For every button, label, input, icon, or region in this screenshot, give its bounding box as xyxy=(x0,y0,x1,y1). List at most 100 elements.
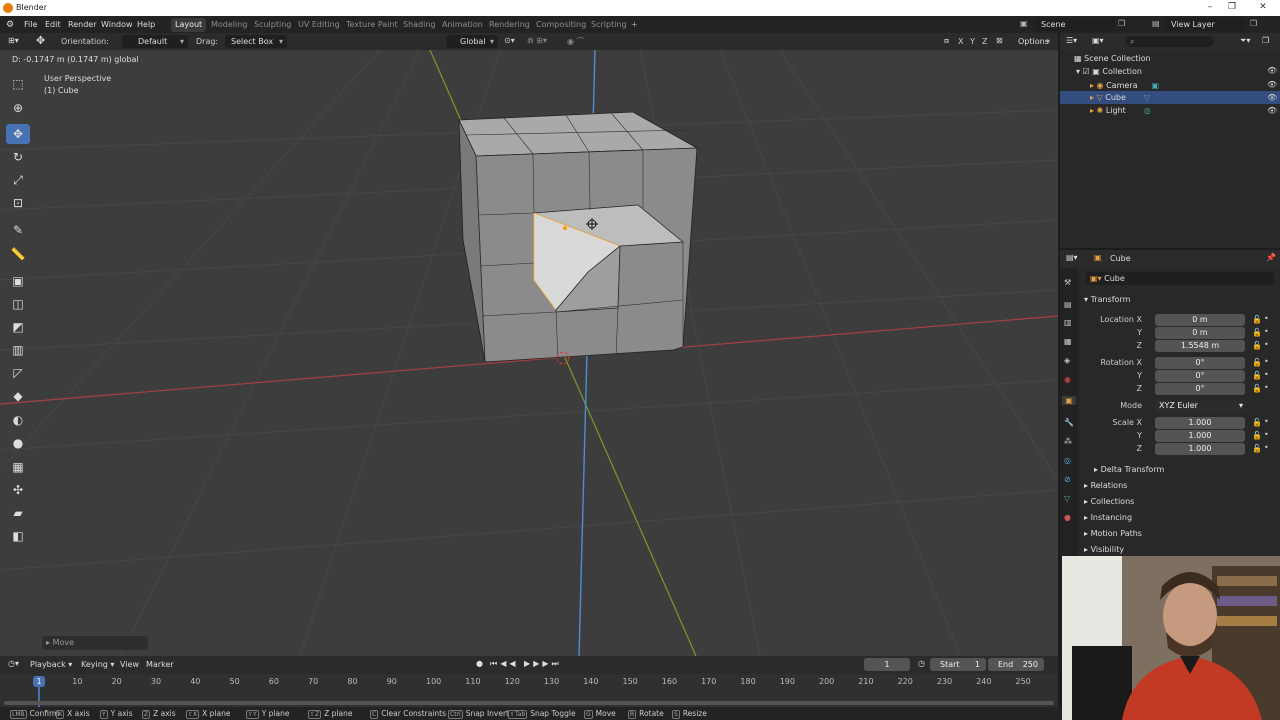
mirror-icon[interactable]: ⧈ xyxy=(944,36,949,46)
menu-edit[interactable]: Edit xyxy=(45,20,61,29)
tab-uv-editing[interactable]: UV Editing xyxy=(298,20,340,29)
transform-panel-header[interactable]: ▾ Transform xyxy=(1084,295,1130,309)
cube-visibility-eye-icon[interactable]: 👁 xyxy=(1267,93,1277,102)
lock-icon[interactable]: 🔓 xyxy=(1252,315,1262,324)
menu-help[interactable]: Help xyxy=(137,20,155,29)
new-collection-icon[interactable]: ❐ xyxy=(1262,36,1269,45)
smooth-icon[interactable]: ● xyxy=(6,433,30,453)
end-frame-field[interactable]: End 250 xyxy=(988,658,1044,671)
keyframe-dot-icon[interactable]: • xyxy=(1264,430,1269,439)
editor-type-icon[interactable]: ☰▾ xyxy=(1066,36,1077,45)
tab-scripting[interactable]: Scripting xyxy=(591,20,627,29)
tab-rendering[interactable]: Rendering xyxy=(489,20,530,29)
object-name-field[interactable]: ▣▾ Cube xyxy=(1086,272,1274,285)
outliner-item-cube[interactable]: ▸ ▽ Cube ▽ xyxy=(1090,91,1150,104)
proportional-edit-icon[interactable]: ◉ ⌒ xyxy=(567,36,585,47)
collection-visibility-eye-icon[interactable]: 👁 xyxy=(1267,66,1277,75)
blender-menu-icon[interactable]: ⚙ xyxy=(6,20,14,30)
knife-icon[interactable]: ◸ xyxy=(6,363,30,383)
minimize-button[interactable]: – xyxy=(1203,2,1217,12)
scale-x-field[interactable]: 1.000 xyxy=(1155,417,1245,429)
shrink-fatten-icon[interactable]: ✣ xyxy=(6,480,30,500)
loop-cut-icon[interactable]: ▥ xyxy=(6,340,30,360)
scale-z-field[interactable]: 1.000 xyxy=(1155,443,1245,455)
keying-menu[interactable]: Keying ▾ xyxy=(81,660,114,669)
keyframe-dot-icon[interactable]: • xyxy=(1264,417,1269,426)
record-button-icon[interactable]: ● xyxy=(476,659,483,668)
transform-icon[interactable]: ⊡ xyxy=(6,193,30,213)
keyframe-dot-icon[interactable]: • xyxy=(1264,383,1269,392)
marker-menu[interactable]: Marker xyxy=(146,660,174,669)
playback-menu[interactable]: Playback ▾ xyxy=(30,660,72,669)
editor-type-icon[interactable]: ⊞▾ xyxy=(8,36,19,45)
location-y-field[interactable]: 0 m xyxy=(1155,327,1245,339)
scene-selector[interactable]: Scene xyxy=(1035,18,1115,31)
tool-tab-icon[interactable]: ⚒ xyxy=(1064,278,1071,287)
snap-icon[interactable]: ⋒ ⊞▾ xyxy=(527,36,547,45)
preview-range-icon[interactable]: ◷ xyxy=(918,659,925,668)
keyframe-dot-icon[interactable]: • xyxy=(1264,443,1269,452)
drag-dropdown[interactable]: Select Box ▾ xyxy=(225,35,287,48)
3d-viewport[interactable]: D: -0.1747 m (0.1747 m) global User Pers… xyxy=(0,50,1058,656)
bevel-icon[interactable]: ◩ xyxy=(6,317,30,337)
tab-layout[interactable]: Layout xyxy=(171,18,207,32)
keyframe-dot-icon[interactable]: • xyxy=(1264,327,1269,336)
inset-icon[interactable]: ◫ xyxy=(6,294,30,314)
lock-icon[interactable]: 🔓 xyxy=(1252,444,1262,453)
pivot-icon[interactable]: ⊙▾ xyxy=(504,36,515,45)
data-tab-icon[interactable]: ▽ xyxy=(1064,494,1070,503)
tab-shading[interactable]: Shading xyxy=(403,20,436,29)
last-operator-panel[interactable]: ▸ Move xyxy=(42,636,148,650)
outliner-item-light[interactable]: ▸ ✺ Light ◎ xyxy=(1090,104,1151,117)
rotate-icon[interactable]: ↻ xyxy=(6,147,30,167)
constraints-tab-icon[interactable]: ⊘ xyxy=(1064,475,1071,484)
lock-icon[interactable]: 🔓 xyxy=(1252,328,1262,337)
lock-icon[interactable]: 🔓 xyxy=(1252,358,1262,367)
relations-panel[interactable]: ▸ Relations xyxy=(1084,481,1127,495)
editor-type-icon[interactable]: ▤▾ xyxy=(1066,253,1078,262)
scale-icon[interactable]: ⤢ xyxy=(6,170,30,190)
location-x-field[interactable]: 0 m xyxy=(1155,314,1245,326)
measure-icon[interactable]: 📏 xyxy=(6,244,30,264)
instancing-panel[interactable]: ▸ Instancing xyxy=(1084,513,1132,527)
tab-animation[interactable]: Animation xyxy=(442,20,483,29)
lock-icon[interactable]: 🔓 xyxy=(1252,418,1262,427)
rotation-x-field[interactable]: 0° xyxy=(1155,357,1245,369)
lock-icon[interactable]: 🔓 xyxy=(1252,371,1262,380)
select-box-icon[interactable]: ⬚ xyxy=(6,74,30,94)
delta-transform-subpanel[interactable]: ▸ Delta Transform xyxy=(1094,465,1164,479)
keyframe-dot-icon[interactable]: • xyxy=(1264,314,1269,323)
material-tab-icon[interactable]: ● xyxy=(1064,513,1071,522)
restore-button[interactable]: ❐ xyxy=(1225,2,1239,12)
rotation-y-field[interactable]: 0° xyxy=(1155,370,1245,382)
rotation-z-field[interactable]: 0° xyxy=(1155,383,1245,395)
keyframe-dot-icon[interactable]: • xyxy=(1264,370,1269,379)
physics-tab-icon[interactable]: ◎ xyxy=(1064,456,1071,465)
new-view-layer-icon[interactable]: ❐ xyxy=(1250,19,1257,28)
scale-y-field[interactable]: 1.000 xyxy=(1155,430,1245,442)
orientation-dropdown[interactable]: Default ▾ xyxy=(122,35,188,48)
outliner-collection[interactable]: ▾ ☑ ▣ Collection xyxy=(1076,65,1142,78)
location-z-field[interactable]: 1.5548 m xyxy=(1155,340,1245,352)
motion-paths-panel[interactable]: ▸ Motion Paths xyxy=(1084,529,1142,543)
options-dropdown[interactable]: Options ▾ xyxy=(1012,35,1054,48)
lock-icon[interactable]: 🔓 xyxy=(1252,384,1262,393)
lock-icon[interactable]: 🔓 xyxy=(1252,431,1262,440)
new-scene-icon[interactable]: ❐ xyxy=(1118,19,1125,28)
light-visibility-eye-icon[interactable]: 👁 xyxy=(1267,106,1277,115)
tab-compositing[interactable]: Compositing xyxy=(536,20,586,29)
poly-build-icon[interactable]: ◆ xyxy=(6,386,30,406)
view-menu[interactable]: View xyxy=(120,660,139,669)
mirror-x-toggle[interactable]: X xyxy=(958,37,963,46)
viewport-canvas[interactable] xyxy=(0,50,1058,656)
render-tab-icon[interactable]: ▤ xyxy=(1064,300,1072,309)
current-frame-field[interactable]: 1 xyxy=(864,658,910,671)
outliner-scene-collection[interactable]: ▦ Scene Collection xyxy=(1074,52,1151,65)
view-layer-selector[interactable]: View Layer xyxy=(1165,18,1245,31)
menu-render[interactable]: Render xyxy=(68,20,96,29)
move-icon[interactable]: ✥ xyxy=(6,124,30,144)
add-workspace-button[interactable]: + xyxy=(631,20,638,29)
camera-visibility-eye-icon[interactable]: 👁 xyxy=(1267,80,1277,89)
menu-window[interactable]: Window xyxy=(101,20,133,29)
cursor-icon[interactable]: ⊕ xyxy=(6,98,30,118)
